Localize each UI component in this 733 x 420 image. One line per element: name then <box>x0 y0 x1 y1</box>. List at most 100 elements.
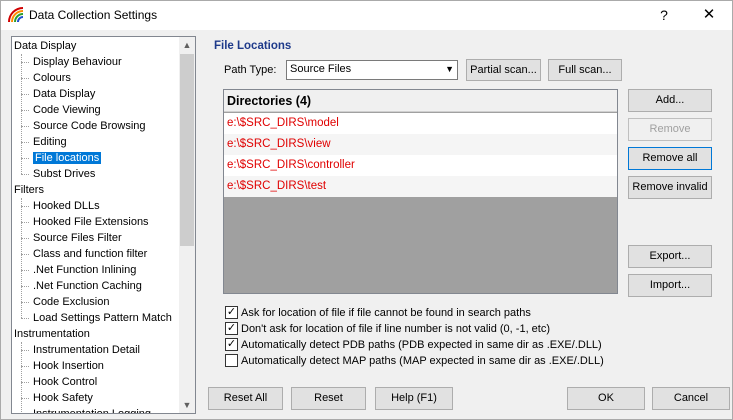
checkbox-0[interactable]: ✓ <box>225 306 238 319</box>
remove-button[interactable]: Remove <box>628 118 712 141</box>
directory-row[interactable]: e:\$SRC_DIRS\view <box>224 134 617 155</box>
check-label: Don't ask for location of file if line n… <box>241 323 551 335</box>
tree-connector <box>21 238 29 239</box>
tree-item[interactable]: .Net Function Inlining <box>33 262 136 278</box>
tree-item[interactable]: Class and function filter <box>33 246 147 262</box>
scroll-up-icon[interactable]: ▲ <box>179 37 195 53</box>
tree-connector <box>21 366 29 367</box>
scroll-down-icon[interactable]: ▼ <box>179 397 195 413</box>
tree-connector <box>21 302 29 303</box>
checkbox-1[interactable]: ✓ <box>225 322 238 335</box>
tree-connector <box>21 350 29 351</box>
check-label: Ask for location of file if file cannot … <box>241 307 531 319</box>
tree-connector <box>21 382 29 383</box>
tree-item[interactable]: File locations <box>33 150 102 166</box>
ok-button[interactable]: OK <box>567 387 645 410</box>
tree-item-label: Source Files Filter <box>33 232 122 244</box>
add-button[interactable]: Add... <box>628 89 712 112</box>
tree-item[interactable]: Display Behaviour <box>33 54 122 70</box>
tree-connector <box>21 270 29 271</box>
tree-connector <box>21 142 29 143</box>
tree-item-label: Hooked DLLs <box>33 200 100 212</box>
tree-connector <box>21 158 29 159</box>
tree-connector <box>21 126 29 127</box>
tree-item-label: Display Behaviour <box>33 56 122 68</box>
help-title-button[interactable]: ? <box>649 5 679 25</box>
section-title: File Locations <box>214 40 292 52</box>
tree-item[interactable]: Source Files Filter <box>33 230 122 246</box>
directories-header: Directories (4) <box>224 90 617 112</box>
import-button[interactable]: Import... <box>628 274 712 297</box>
tree-scrollbar[interactable]: ▲ ▼ <box>179 37 195 413</box>
directories-list[interactable]: Directories (4) e:\$SRC_DIRS\model e:\$S… <box>223 89 618 294</box>
tree-item[interactable]: Colours <box>33 70 71 86</box>
help-button[interactable]: Help (F1) <box>375 387 453 410</box>
tree-connector <box>21 78 29 79</box>
full-scan-button[interactable]: Full scan... <box>548 59 622 81</box>
tree-item-label: Code Viewing <box>33 104 101 116</box>
tree-item[interactable]: Hook Control <box>33 374 97 390</box>
path-type-select[interactable]: Source Files ▼ <box>286 60 458 80</box>
remove-invalid-button[interactable]: Remove invalid <box>628 176 712 199</box>
tree-item[interactable]: Subst Drives <box>33 166 95 182</box>
tree-item[interactable]: Data Display <box>33 86 95 102</box>
tree-item-label: File locations <box>33 152 102 164</box>
tree-connector <box>21 222 29 223</box>
dropdown-arrow-icon[interactable]: ▼ <box>445 64 454 74</box>
export-button[interactable]: Export... <box>628 245 712 268</box>
tree-item-label: Data Display <box>14 40 77 52</box>
reset-button[interactable]: Reset <box>291 387 366 410</box>
tree-item[interactable]: Hook Insertion <box>33 358 104 374</box>
tree-item[interactable]: Hooked DLLs <box>33 198 100 214</box>
directory-row[interactable]: e:\$SRC_DIRS\model <box>224 113 617 134</box>
remove-all-button[interactable]: Remove all <box>628 147 712 170</box>
tree-item-label: Instrumentation Detail <box>33 344 140 356</box>
tree-connector <box>21 398 29 399</box>
tree-item-label: Data Display <box>33 88 96 100</box>
tree-guide <box>21 342 22 413</box>
tree-connector <box>21 206 29 207</box>
tree-item[interactable]: Load Settings Pattern Match <box>33 310 172 326</box>
directory-row[interactable]: e:\$SRC_DIRS\controller <box>224 155 617 176</box>
tree-item[interactable]: .Net Function Caching <box>33 278 142 294</box>
tree-item[interactable]: Instrumentation Detail <box>33 342 140 358</box>
checkbox-2[interactable]: ✓ <box>225 338 238 351</box>
tree-item[interactable]: Instrumentation <box>14 326 90 342</box>
tree-guide <box>21 198 22 318</box>
tree-item[interactable]: Instrumentation Logging <box>33 406 152 414</box>
tree-connector <box>21 254 29 255</box>
tree-item[interactable]: Filters <box>14 182 44 198</box>
cancel-button[interactable]: Cancel <box>652 387 730 410</box>
tree-connector <box>21 94 29 95</box>
reset-all-button[interactable]: Reset All <box>208 387 283 410</box>
tree-item[interactable]: Code Viewing <box>33 102 101 118</box>
checkbox-3[interactable] <box>225 354 238 367</box>
title-bar: Data Collection Settings ? ✕ <box>1 1 732 30</box>
tree-connector <box>21 318 29 319</box>
tree-item[interactable]: Hooked File Extensions <box>33 214 149 230</box>
tree-item-label: Filters <box>14 184 44 196</box>
partial-scan-button[interactable]: Partial scan... <box>466 59 541 81</box>
tree-item-label: Hook Insertion <box>33 360 104 372</box>
tree-connector <box>21 286 29 287</box>
tree-item-label: .Net Function Caching <box>33 280 142 292</box>
check-label: Automatically detect PDB paths (PDB expe… <box>241 339 602 351</box>
tree-item[interactable]: Code Exclusion <box>33 294 109 310</box>
tree-item-label: Instrumentation Logging <box>33 408 152 414</box>
tree-item[interactable]: Editing <box>33 134 67 150</box>
tree-item[interactable]: Data Display <box>14 38 76 54</box>
window-title: Data Collection Settings <box>29 8 158 22</box>
tree-item-label: .Net Function Inlining <box>33 264 137 276</box>
scroll-thumb[interactable] <box>180 54 194 246</box>
tree-guide <box>21 54 22 174</box>
tree-item[interactable]: Hook Safety <box>33 390 93 406</box>
close-button[interactable]: ✕ <box>691 5 727 25</box>
tree-item[interactable]: Source Code Browsing <box>33 118 146 134</box>
tree-item-label: Subst Drives <box>33 168 96 180</box>
path-type-label: Path Type: <box>224 64 277 76</box>
tree-item-label: Hooked File Extensions <box>33 216 149 228</box>
settings-tree[interactable]: ▲ ▼ Data Display Display Behaviour Colours… <box>11 36 196 414</box>
directory-row[interactable]: e:\$SRC_DIRS\test <box>224 176 617 197</box>
check-label: Automatically detect MAP paths (MAP expe… <box>241 355 604 367</box>
tree-connector <box>21 174 29 175</box>
